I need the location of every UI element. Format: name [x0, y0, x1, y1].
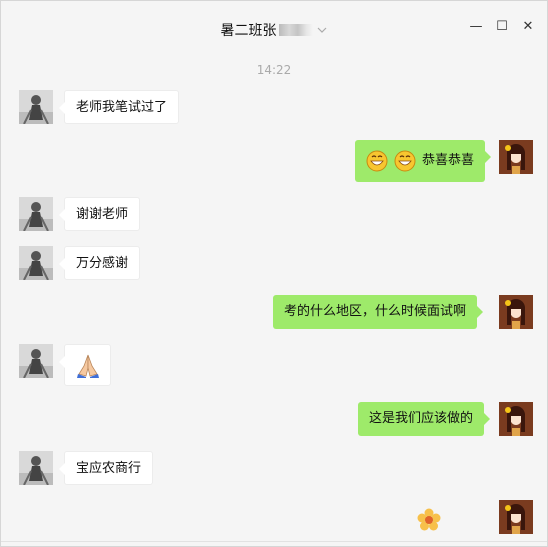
message-bubble-received[interactable]: 宝应农商行 — [58, 451, 154, 485]
maximize-icon: ☐ — [496, 18, 508, 34]
message-bubble-received[interactable]: 万分感谢 — [58, 246, 141, 280]
message-text: 老师我笔试过了 — [76, 100, 168, 115]
contact-avatar[interactable] — [19, 197, 53, 231]
message-timestamp: 14:22 — [256, 63, 292, 77]
contact-avatar[interactable] — [19, 344, 53, 378]
message-text: 考的什么地区，什么时候面试啊 — [284, 304, 467, 319]
my-avatar[interactable] — [499, 500, 533, 534]
message-bubble-sent[interactable]: 这是我们应该做的 — [358, 402, 491, 436]
minimize-button[interactable]: — — [467, 17, 485, 35]
message-bubble-received[interactable]: 老师我笔试过了 — [58, 90, 180, 124]
chat-title: 暑二班张 — [220, 22, 277, 39]
contact-avatar[interactable] — [19, 451, 53, 485]
grin-emoji-icon — [366, 150, 388, 172]
message-text: 宝应农商行 — [76, 461, 142, 476]
message-text: 万分感谢 — [76, 256, 129, 271]
chat-window: 暑二班张 — ☐ ✕ 14:22 老师我笔试过了 恭喜恭喜 谢谢老师 万分感谢 … — [0, 0, 548, 547]
message-bubble-sent[interactable]: 考的什么地区，什么时候面试啊 — [273, 295, 484, 329]
contact-avatar[interactable] — [19, 90, 53, 124]
my-avatar[interactable] — [499, 140, 533, 174]
grin-emoji-icon — [394, 150, 416, 172]
title-bar: 暑二班张 — ☐ ✕ — [1, 1, 547, 57]
flower-emoji-icon — [417, 508, 441, 531]
minimize-icon: — — [469, 18, 483, 34]
maximize-button[interactable]: ☐ — [493, 17, 511, 35]
my-avatar[interactable] — [499, 402, 533, 436]
message-bubble-received[interactable]: 谢谢老师 — [58, 197, 141, 231]
my-avatar[interactable] — [499, 295, 533, 329]
chat-title-area[interactable]: 暑二班张 — [1, 19, 547, 40]
message-text: 谢谢老师 — [76, 207, 129, 222]
input-area-divider — [1, 541, 547, 546]
title-redaction — [278, 23, 313, 36]
flower-emoji-sticker[interactable] — [417, 508, 441, 536]
message-text: 恭喜恭喜 — [422, 153, 475, 168]
contact-avatar[interactable] — [19, 246, 53, 280]
message-bubble-sent[interactable]: 恭喜恭喜 — [355, 140, 492, 182]
close-icon: ✕ — [522, 18, 534, 34]
message-text: 这是我们应该做的 — [369, 411, 474, 426]
message-bubble-received[interactable] — [59, 344, 111, 386]
close-button[interactable]: ✕ — [519, 17, 537, 35]
chevron-down-icon[interactable] — [316, 24, 328, 36]
pray-emoji-icon — [76, 354, 99, 378]
